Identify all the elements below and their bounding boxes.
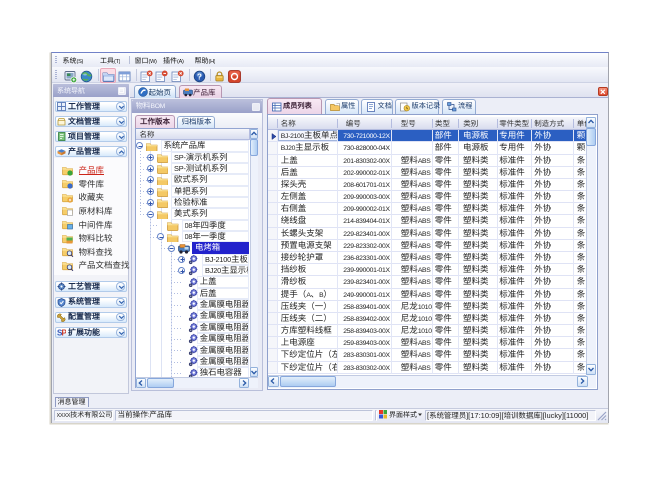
svg-text:P: P	[61, 329, 66, 338]
svg-text:?: ?	[197, 72, 202, 81]
